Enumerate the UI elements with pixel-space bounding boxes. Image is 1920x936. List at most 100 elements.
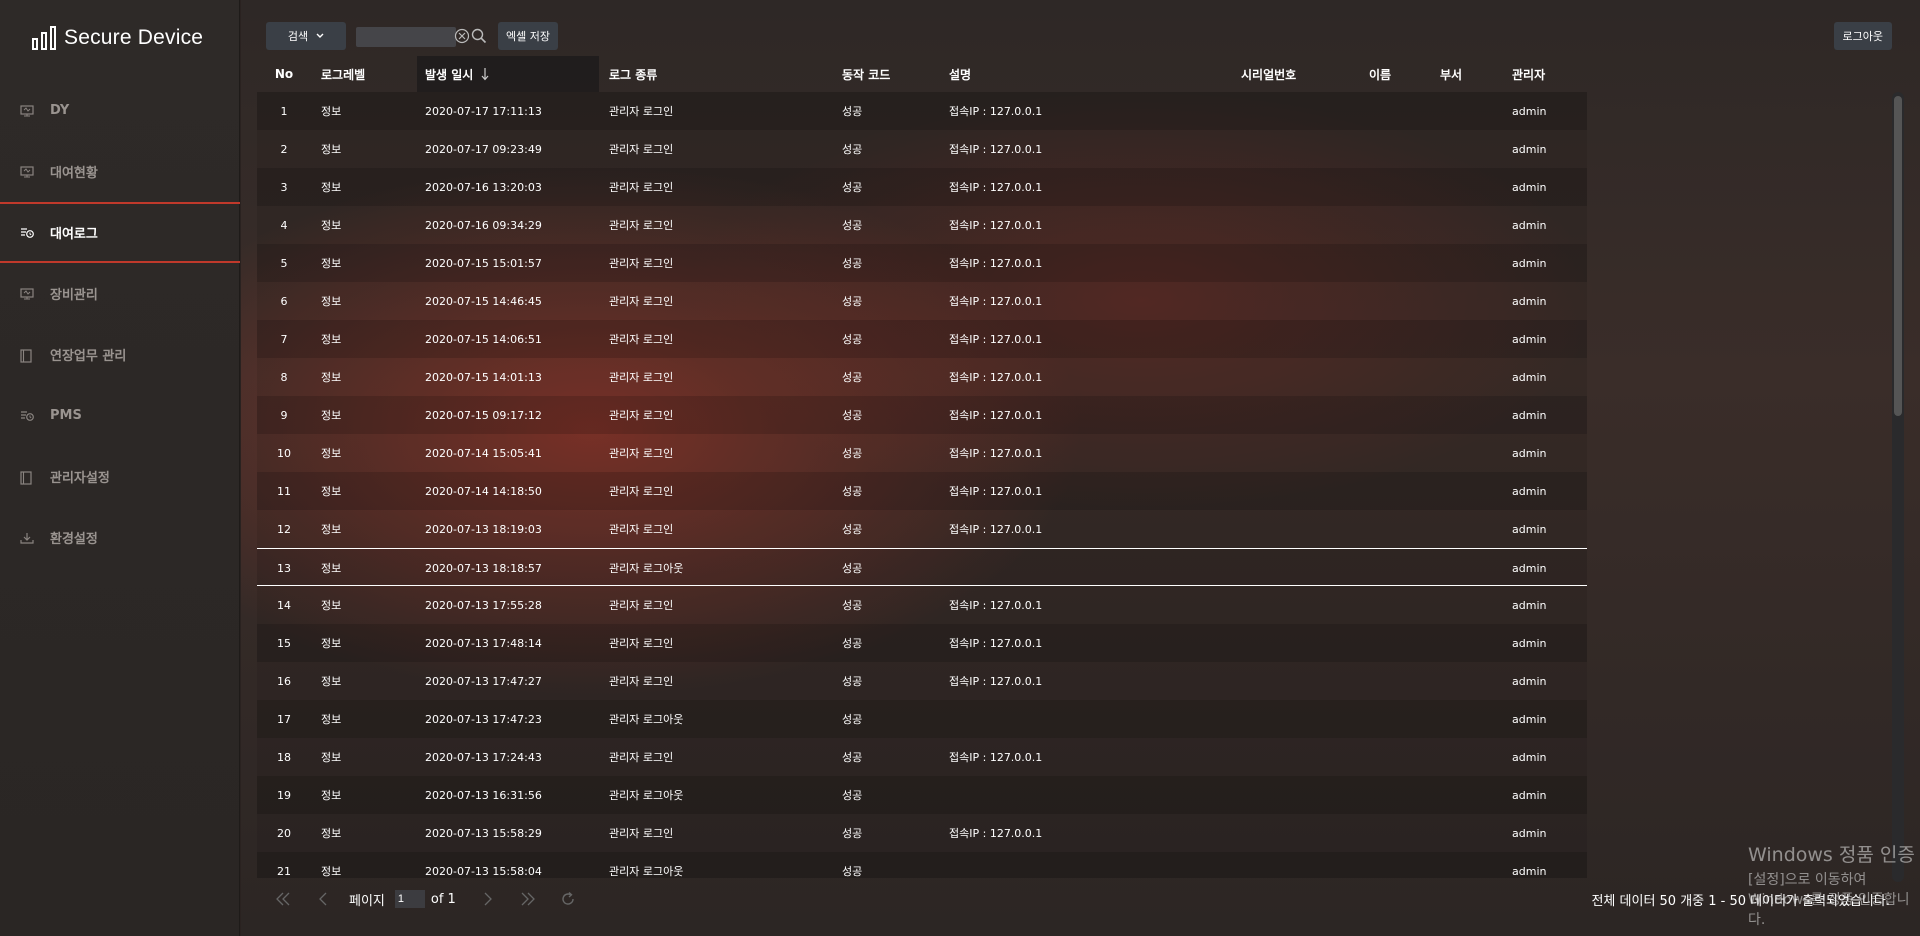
cell-level: 정보 [321,143,342,156]
excel-export-button[interactable]: 엑셀 저장 [498,22,558,50]
cell-code: 성공 [842,295,863,308]
header-name[interactable]: 이름 [1369,56,1391,92]
table-row[interactable]: 18 정보 2020-07-13 17:24:43 관리자 로그인 성공 접속IP : 1… [257,738,1587,776]
table-row[interactable]: 20 정보 2020-07-13 15:58:29 관리자 로그인 성공 접속IP : 1… [257,814,1587,852]
clear-icon[interactable] [454,28,470,44]
header-desc[interactable]: 설명 [949,56,971,92]
sidebar-item-5[interactable]: PMS [0,385,240,446]
table-row[interactable]: 1 정보 2020-07-17 17:11:13 관리자 로그인 성공 접속IP : 12… [257,92,1587,130]
cell-time: 2020-07-15 14:01:13 [425,370,542,384]
table-row[interactable]: 17 정보 2020-07-13 17:47:23 관리자 로그아웃 성공 admin [257,700,1587,738]
table-row[interactable]: 14 정보 2020-07-13 17:55:28 관리자 로그인 성공 접속IP : 1… [257,586,1587,624]
header-serial[interactable]: 시리얼번호 [1241,56,1296,92]
header-level[interactable]: 로그레벨 [321,56,365,92]
cell-level: 정보 [321,295,342,308]
refresh-button[interactable] [548,891,588,907]
header-code[interactable]: 동작 코드 [842,56,890,92]
sidebar-item-3[interactable]: 장비관리 [0,263,240,324]
cell-admin: admin [1512,712,1547,726]
brand[interactable]: Secure Device [32,24,203,52]
cell-time: 2020-07-13 17:48:14 [425,636,542,650]
main-content: 검색 엑셀 저장 로그아웃 No 로그레벨 발생 일시 로그 종류 동작 코드 … [241,0,1920,936]
table-row[interactable]: 13 정보 2020-07-13 18:18:57 관리자 로그아웃 성공 admin [257,548,1587,586]
header-type[interactable]: 로그 종류 [609,56,657,92]
scrollbar-thumb[interactable] [1894,96,1902,416]
header-dept[interactable]: 부서 [1440,56,1462,92]
search-type-select[interactable]: 검색 [266,22,346,50]
table-row[interactable]: 15 정보 2020-07-13 17:48:14 관리자 로그인 성공 접속IP : 1… [257,624,1587,662]
chevron-down-icon [316,33,324,38]
header-time[interactable]: 발생 일시 [417,56,599,92]
cell-type: 관리자 로그인 [609,371,674,384]
table-row[interactable]: 7 정보 2020-07-15 14:06:51 관리자 로그인 성공 접속IP : 12… [257,320,1587,358]
cell-code: 성공 [842,333,863,346]
sidebar-item-0[interactable]: DY [0,80,240,141]
page-of-label: of 1 [430,891,456,907]
table-row[interactable]: 2 정보 2020-07-17 09:23:49 관리자 로그인 성공 접속IP : 12… [257,130,1587,168]
log-icon [20,227,34,239]
cell-time: 2020-07-13 15:58:04 [425,864,542,878]
sidebar-menu: DY 대여현황 대여로그 장비관리 연장업무 관리 PMS 관리자설정환경설정 [0,80,240,568]
table-row[interactable]: 3 정보 2020-07-16 13:20:03 관리자 로그인 성공 접속IP : 12… [257,168,1587,206]
sidebar-item-7[interactable]: 환경설정 [0,507,240,568]
cell-type: 관리자 로그인 [609,447,674,460]
cell-type: 관리자 로그인 [609,827,674,840]
prev-page-button[interactable] [303,892,343,906]
last-page-button[interactable] [508,892,548,906]
cell-time: 2020-07-13 16:31:56 [425,788,542,802]
next-page-button[interactable] [468,892,508,906]
sidebar-item-label: 관리자설정 [50,471,110,486]
table-row[interactable]: 5 정보 2020-07-15 15:01:57 관리자 로그인 성공 접속IP : 12… [257,244,1587,282]
table-row[interactable]: 16 정보 2020-07-13 17:47:27 관리자 로그인 성공 접속IP : 1… [257,662,1587,700]
log-icon [20,410,34,422]
cell-admin: admin [1512,750,1547,764]
table-scrollbar[interactable] [1892,92,1904,882]
logout-button[interactable]: 로그아웃 [1833,22,1892,50]
cell-code: 성공 [842,865,863,878]
table-row[interactable]: 10 정보 2020-07-14 15:05:41 관리자 로그인 성공 접속IP : 1… [257,434,1587,472]
chevron-left-icon [319,892,327,906]
page-number-input[interactable] [394,890,425,908]
table-row[interactable]: 19 정보 2020-07-13 16:31:56 관리자 로그아웃 성공 admin [257,776,1587,814]
cell-no: 10 [277,446,291,460]
sidebar-item-1[interactable]: 대여현황 [0,141,240,202]
cell-no: 18 [277,750,291,764]
table-row[interactable]: 9 정보 2020-07-15 09:17:12 관리자 로그인 성공 접속IP : 12… [257,396,1587,434]
cell-admin: admin [1512,864,1547,878]
cell-code: 성공 [842,751,863,764]
cell-no: 20 [277,826,291,840]
cell-admin: admin [1512,561,1547,575]
cell-desc: 접속IP : 127.0.0.1 [949,447,1043,460]
header-time-label: 발생 일시 [425,67,474,82]
table-row[interactable]: 4 정보 2020-07-16 09:34:29 관리자 로그인 성공 접속IP : 12… [257,206,1587,244]
sidebar-item-2[interactable]: 대여로그 [0,202,240,263]
sidebar-item-4[interactable]: 연장업무 관리 [0,324,240,385]
cell-code: 성공 [842,713,863,726]
table-row[interactable]: 6 정보 2020-07-15 14:46:45 관리자 로그인 성공 접속IP : 12… [257,282,1587,320]
header-no[interactable]: No [257,56,311,92]
cell-time: 2020-07-13 18:18:57 [425,561,542,575]
cell-admin: admin [1512,332,1547,346]
table-row[interactable]: 11 정보 2020-07-14 14:18:50 관리자 로그인 성공 접속IP : 1… [257,472,1587,510]
monitor-icon [20,104,34,117]
table-row[interactable]: 8 정보 2020-07-15 14:01:13 관리자 로그인 성공 접속IP : 12… [257,358,1587,396]
cell-type: 관리자 로그인 [609,751,674,764]
sidebar-item-6[interactable]: 관리자설정 [0,446,240,507]
cell-desc: 접속IP : 127.0.0.1 [949,143,1043,156]
chevron-right-icon [484,892,492,906]
cell-code: 성공 [842,523,863,536]
first-page-button[interactable] [263,892,303,906]
cell-admin: admin [1512,294,1547,308]
search-icon[interactable] [471,28,487,44]
table-row[interactable]: 21 정보 2020-07-13 15:58:04 관리자 로그아웃 성공 admin [257,852,1587,878]
cell-time: 2020-07-13 17:24:43 [425,750,542,764]
search-input[interactable] [356,27,456,47]
cell-no: 5 [280,256,288,270]
book-icon [20,348,34,363]
header-admin[interactable]: 관리자 [1512,56,1545,92]
cell-admin: admin [1512,788,1547,802]
monitor-icon [20,287,34,300]
table-body: 1 정보 2020-07-17 17:11:13 관리자 로그인 성공 접속IP : 12… [257,92,1587,878]
table-row[interactable]: 12 정보 2020-07-13 18:19:03 관리자 로그인 성공 접속IP : 1… [257,510,1587,548]
cell-level: 정보 [321,447,342,460]
